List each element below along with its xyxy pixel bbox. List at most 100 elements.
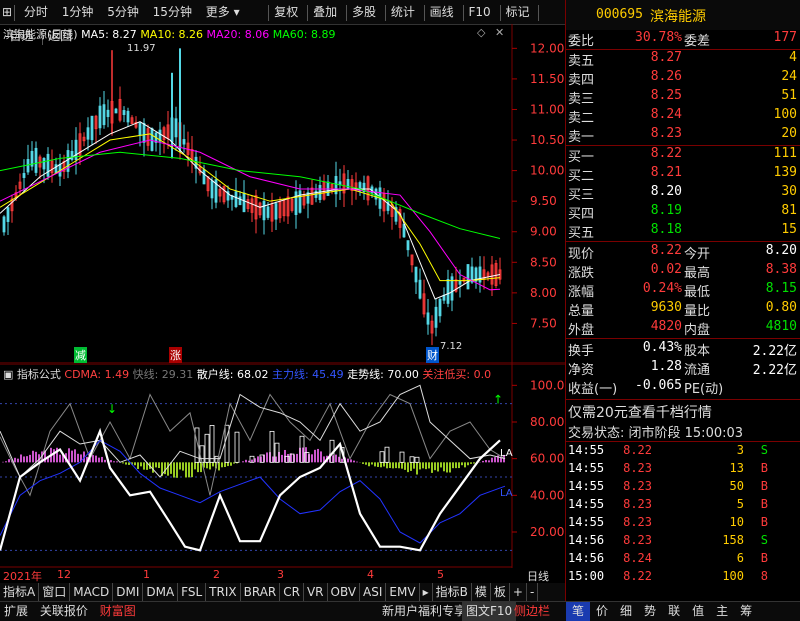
duogu-button[interactable]: 多股 [347,0,381,24]
tab-emv[interactable]: EMV [386,583,419,601]
collapse-icon[interactable]: ▣ [3,368,13,381]
cdma-bar [281,455,283,462]
bottom-f10[interactable]: 图文F10 [462,602,516,621]
tab-1min[interactable]: 1分钟 [57,0,99,24]
tab-shi[interactable]: 势 [638,602,662,621]
main-title: 滨海能源(日线) [3,28,78,41]
cdma-bar [488,460,490,462]
zoushi-label: 走势线: 70.00 [347,368,419,381]
ma60-label: MA60: 8.89 [273,28,336,41]
tick-direction: B [761,515,768,529]
indicator-chart[interactable]: ↓↑ 100.080.0060.0040.0020.00 ▣ 指标公式 CDMA… [0,364,565,568]
event-marker-zhang[interactable]: 涨 [169,347,182,363]
candle-body [295,192,297,215]
tab-trix[interactable]: TRIX [206,583,240,601]
candle-body [55,165,57,173]
cdma-bar [350,459,352,462]
sell-volume: 4 [789,50,797,65]
settings-icon[interactable]: ◇ [477,26,485,39]
cdma-bar [32,451,34,463]
promo-text[interactable]: 仅需20元查看千档行情 [568,402,712,422]
event-marker-cai[interactable]: 财 [426,347,439,363]
tabs-scroll-icon[interactable]: ▸ [420,583,433,601]
tick-volume: 100 [722,569,744,583]
cdma-bar [341,459,343,463]
bottom-wealth-chart[interactable]: 财富图 [96,602,140,621]
fin-label-1: 换手 [568,340,594,359]
tab-ban[interactable]: 板 [491,583,510,601]
tab-add-button[interactable]: + [510,583,527,601]
expand-icon[interactable]: ⊞ [0,0,14,24]
candle-body [47,154,49,176]
tongji-button[interactable]: 统计 [386,0,420,24]
kline-chart[interactable]: 12.0011.5011.0010.5010.009.509.008.508.0… [0,24,565,364]
candle-body [43,158,45,169]
tab-fsl[interactable]: FSL [178,583,206,601]
tab-vr[interactable]: VR [304,583,328,601]
tab-zhu[interactable]: 主 [710,602,734,621]
trade-status: 交易状态: 闭市阶段 15:00:03 [568,422,743,441]
tab-xi[interactable]: 细 [614,602,638,621]
tick-direction: B [761,479,768,493]
cdma-bar [356,462,358,463]
bottom-sidebar[interactable]: 侧边栏 [510,602,554,621]
fin-label-2: 流通 [684,359,710,378]
sell-row: 卖四8.2624 [566,69,800,88]
weicha-label: 委差 [684,30,710,49]
fuquan-button[interactable]: 复权 [269,0,303,24]
tab-zhi[interactable]: 值 [686,602,710,621]
tab-mo[interactable]: 模 [472,583,491,601]
tab-dmi[interactable]: DMI [113,583,143,601]
price-tick-label: 7.50 [530,316,557,330]
tab-obv[interactable]: OBV [328,583,361,601]
buy-volume: 81 [781,203,797,218]
stat-value-1: 9630 [651,300,682,315]
biaoji-button[interactable]: 标记 [501,0,535,24]
tab-dma[interactable]: DMA [143,583,178,601]
diejia-button[interactable]: 叠加 [308,0,342,24]
tab-more[interactable]: 更多 ▾ [201,0,245,24]
tab-fenshi[interactable]: 分时 [19,0,53,24]
tab-chou[interactable]: 筹 [734,602,758,621]
buy-label: 买二 [568,165,594,184]
cdma-bar [428,462,430,468]
candle-body [407,241,409,250]
candle-body [127,111,129,122]
bottom-expand[interactable]: 扩展 [0,602,32,621]
cdma-bar [452,462,454,468]
tab-lian[interactable]: 联 [662,602,686,621]
tab-macd[interactable]: MACD [70,583,113,601]
tab-zhibiao-a[interactable]: 指标A [0,583,39,601]
tick-row: 14:558.223S [566,443,800,461]
candle-body [151,129,153,151]
tab-asi[interactable]: ASI [360,583,386,601]
candle-body [115,109,117,113]
candle-body [439,299,441,316]
tab-5min[interactable]: 5分钟 [102,0,144,24]
cdma-bar [218,462,220,470]
tab-15min[interactable]: 15分钟 [148,0,197,24]
promo-row[interactable]: 仅需20元查看千档行情 [566,402,800,422]
cdma-bar [140,462,142,466]
tab-remove-button[interactable]: - [527,583,538,601]
tab-brar[interactable]: BRAR [241,583,281,601]
huaxian-button[interactable]: 画线 [425,0,459,24]
tab-chuangkou[interactable]: 窗口 [39,583,70,601]
bottom-related-quote[interactable]: 关联报价 [36,602,92,621]
tab-bi[interactable]: 笔 [566,602,590,621]
tab-jia[interactable]: 价 [590,602,614,621]
f10-button[interactable]: F10 [464,0,496,24]
tab-cr[interactable]: CR [280,583,304,601]
tick-time: 14:56 [568,551,604,565]
tab-zhibiao-b[interactable]: 指标B [433,583,472,601]
price-tick-label: 12.00 [530,41,564,55]
cdma-bar [434,462,436,470]
zoushi-line [0,431,500,550]
cdma-bar [398,462,400,468]
indicator-title[interactable]: 指标公式 [17,368,61,381]
cdma-label: CDMA: 1.49 [64,368,129,381]
event-marker-jian[interactable]: 减 [74,347,87,363]
bottom-new-user[interactable]: 新用户福利专享 [378,602,470,621]
close-icon[interactable]: ✕ [495,26,504,39]
tick-volume: 50 [730,479,744,493]
